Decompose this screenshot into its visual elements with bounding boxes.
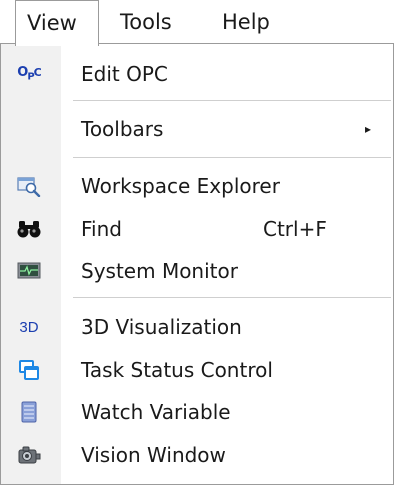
menu-item-label: Find [81,217,122,241]
menu-view[interactable]: View [15,0,99,46]
task-status-icon [9,354,49,386]
menu-separator [73,100,391,102]
menu-item-edit-opc[interactable]: OPC Edit OPC [1,54,393,94]
menu-item-label: Toolbars [81,117,164,141]
workspace-explorer-icon [9,170,49,202]
menu-separator [73,157,391,159]
3d-icon: 3D [19,318,39,336]
opc-icon: OPC [17,65,41,83]
menu-help-label: Help [222,10,270,34]
menu-item-label: Task Status Control [81,358,273,382]
menu-item-label: Workspace Explorer [81,174,280,198]
binoculars-icon [9,213,49,245]
menu-tools-label: Tools [120,10,172,34]
system-monitor-icon [9,255,49,287]
menu-item-watch-variable[interactable]: Watch Variable [1,392,393,432]
menu-bar: View Tools Help [0,0,394,46]
menu-help[interactable]: Help [222,0,270,44]
menu-item-label: System Monitor [81,259,238,283]
menu-item-toolbars[interactable]: Toolbars ▸ [1,109,393,149]
menu-item-label: Edit OPC [81,62,168,86]
watch-variable-icon [9,396,49,428]
menu-item-label: Watch Variable [81,400,231,424]
menu-item-label: 3D Visualization [81,315,242,339]
vision-window-icon [9,439,49,471]
menu-item-shortcut: Ctrl+F [263,217,327,241]
menu-item-workspace-explorer[interactable]: Workspace Explorer [1,166,393,206]
menu-tools[interactable]: Tools [120,0,172,44]
view-dropdown-menu: OPC Edit OPC Toolbars ▸ Workspace Explor… [0,43,394,485]
menu-item-find[interactable]: Find Ctrl+F [1,209,393,249]
menu-item-3d-visualization[interactable]: 3D 3D Visualization [1,307,393,347]
menu-view-label: View [27,11,77,35]
menu-item-vision-window[interactable]: Vision Window [1,435,393,475]
menu-item-system-monitor[interactable]: System Monitor [1,251,393,291]
submenu-arrow-icon: ▸ [365,122,372,136]
menu-separator [73,297,391,299]
menu-item-task-status-control[interactable]: Task Status Control [1,350,393,390]
menu-item-label: Vision Window [81,443,226,467]
